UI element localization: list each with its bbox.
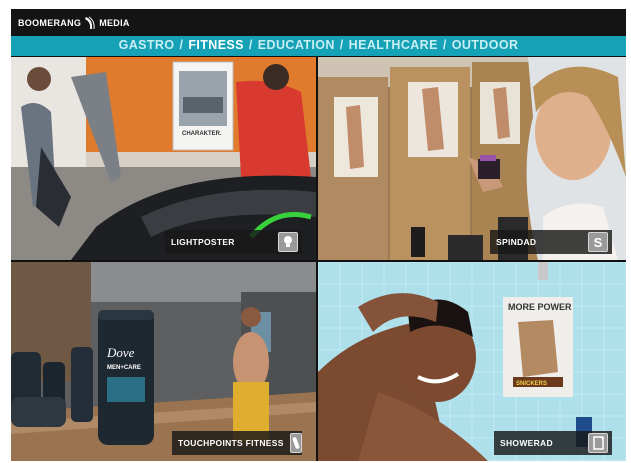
app-frame: BOOMERANG MEDIA GASTRO / FITNESS / EDUCATION…: [11, 9, 626, 461]
tile-label[interactable]: LIGHTPOSTER: [165, 230, 302, 254]
tile-label[interactable]: SPINDAD S: [490, 230, 612, 254]
nav-separator: /: [179, 38, 184, 52]
tile-label-text: SHOWERAD: [500, 438, 553, 448]
poster-icon: [588, 433, 608, 453]
more-power-text: MORE POWER: [508, 302, 572, 312]
tile-label-text: TOUCHPOINTS FITNESS: [178, 438, 284, 448]
nav-item-gastro[interactable]: GASTRO: [119, 38, 175, 52]
bottle-icon: [289, 433, 302, 453]
boomerang-icon: [85, 16, 95, 30]
brand-logo[interactable]: BOOMERANG MEDIA: [18, 16, 130, 30]
tile-label[interactable]: TOUCHPOINTS FITNESS: [172, 431, 302, 455]
dove-line: MEN+CARE: [107, 365, 141, 371]
dove-brand: Dove: [106, 345, 135, 360]
snickers-text: SNICKERS: [516, 381, 547, 387]
nav-item-healthcare[interactable]: HEALTHCARE: [349, 38, 438, 52]
s-letter-icon: S: [588, 232, 608, 252]
nav-item-outdoor[interactable]: OUTDOOR: [452, 38, 519, 52]
poster-text: CHARAKTER.: [182, 131, 222, 137]
nav-separator: /: [248, 38, 253, 52]
brand-name: BOOMERANG: [18, 18, 82, 28]
tile-lightposter[interactable]: CHARAKTER. LIGHTPOSTER: [11, 57, 316, 260]
brand-name-2: MEDIA: [99, 18, 130, 28]
nav-item-fitness[interactable]: FITNESS: [188, 38, 244, 52]
tile-showerad[interactable]: MORE POWER SNICKERS SHOWERAD: [318, 262, 626, 461]
tile-touchpoints-fitness[interactable]: Dove MEN+CARE TOUCHPOINTS FITNESS: [11, 262, 316, 461]
tile-label-text: LIGHTPOSTER: [171, 237, 235, 247]
tile-label[interactable]: SHOWERAD: [494, 431, 612, 455]
nav-item-education[interactable]: EDUCATION: [258, 38, 335, 52]
top-bar: BOOMERANG MEDIA: [11, 9, 626, 36]
lightbulb-icon: [278, 232, 298, 252]
tile-spindad[interactable]: SPINDAD S: [318, 57, 626, 260]
nav-separator: /: [442, 38, 447, 52]
category-nav: GASTRO / FITNESS / EDUCATION / HEALTHCARE / OUTD…: [11, 36, 626, 56]
nav-separator: /: [339, 38, 344, 52]
tile-label-text: SPINDAD: [496, 237, 537, 247]
